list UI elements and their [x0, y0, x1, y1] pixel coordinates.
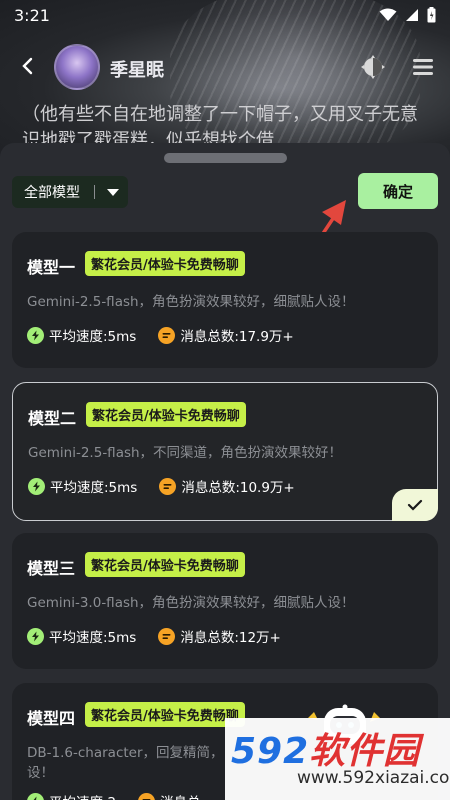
- selected-checkmark: [392, 489, 438, 521]
- model-card-3[interactable]: 模型三 繁花会员/体验卡免费畅聊 Gemini-3.0-flash，角色扮演效果…: [12, 533, 438, 669]
- message-count-text: 消息总数:10.9万+: [181, 480, 295, 496]
- model-stats: 平均速度:5ms 消息总数:12万+: [27, 626, 281, 646]
- chat-header: 季星眠: [0, 44, 450, 92]
- model-filter-label: 全部模型: [24, 185, 80, 201]
- confirm-button[interactable]: 确定: [358, 173, 438, 209]
- model-stats: 平均速度:2 消息总: [27, 791, 201, 800]
- speed-stat: 平均速度:5ms: [27, 626, 136, 646]
- message-stat: 消息总数:17.9万+: [158, 325, 294, 345]
- model-select-sheet: 全部模型 确定 模型一 繁花会员/体验卡免费畅聊 Gemini-2.5-flas…: [0, 143, 450, 800]
- caret-down-icon: [107, 188, 119, 196]
- message-stat: 消息总数:10.9万+: [159, 476, 295, 496]
- lightning-icon: [27, 792, 44, 800]
- filter-separator: [94, 185, 95, 199]
- battery-icon: [427, 7, 436, 23]
- speed-text: 平均速度:5ms: [49, 329, 137, 345]
- membership-badge: 繁花会员/体验卡免费畅聊: [85, 251, 245, 276]
- watermark-logo-number: 592: [231, 731, 310, 772]
- model-stats: 平均速度:5ms 消息总数:10.9万+: [28, 476, 295, 496]
- speed-text: 平均速度:5ms: [49, 630, 137, 646]
- message-icon: [138, 792, 156, 800]
- status-bar: 3:21: [0, 0, 450, 30]
- message-count-text: 消息总数:17.9万+: [180, 329, 294, 345]
- model-name: 模型一: [27, 258, 76, 277]
- model-description: Gemini-2.5-flash，不同渠道，角色扮演效果较好！: [28, 445, 343, 461]
- signal-icon: [406, 9, 418, 21]
- check-icon: [407, 499, 423, 511]
- watermark-logo: 592软件园: [231, 722, 420, 774]
- speed-stat: 平均速度:5ms: [28, 476, 137, 496]
- character-name[interactable]: 季星眠: [110, 56, 164, 82]
- model-description-line2: 设！: [27, 765, 54, 781]
- membership-badge: 繁花会员/体验卡免费畅聊: [86, 402, 246, 427]
- watermark-url: www.592xiazai.com: [297, 768, 450, 788]
- speed-stat: 平均速度:2: [27, 791, 116, 800]
- watermark: 592软件园 www.592xiazai.com: [225, 718, 450, 800]
- lightning-icon: [27, 326, 44, 344]
- membership-badge: 繁花会员/体验卡免费畅聊: [85, 552, 245, 577]
- model-name: 模型三: [27, 559, 76, 578]
- avatar[interactable]: [54, 44, 100, 90]
- message-stat: 消息总: [138, 791, 201, 800]
- model-card-2[interactable]: 模型二 繁花会员/体验卡免费畅聊 Gemini-2.5-flash，不同渠道，角…: [12, 382, 438, 521]
- speed-stat: 平均速度:5ms: [27, 325, 136, 345]
- lightning-icon: [28, 477, 45, 495]
- model-name: 模型二: [28, 409, 77, 428]
- model-filter-dropdown[interactable]: 全部模型: [12, 176, 128, 208]
- status-time: 3:21: [14, 5, 50, 25]
- speed-text: 平均速度:2: [49, 791, 116, 800]
- theme-toggle-icon[interactable]: [360, 54, 386, 80]
- message-icon: [158, 326, 176, 344]
- lightning-icon: [27, 627, 44, 645]
- message-icon: [159, 477, 177, 495]
- model-name: 模型四: [27, 709, 76, 728]
- membership-badge: 繁花会员/体验卡免费畅聊: [85, 702, 245, 727]
- watermark-logo-text: 软件园: [309, 731, 421, 772]
- model-description: DB-1.6-character，回复精简，: [27, 745, 224, 761]
- model-stats: 平均速度:5ms 消息总数:17.9万+: [27, 325, 294, 345]
- back-arrow-icon[interactable]: [16, 54, 40, 78]
- message-stat: 消息总数:12万+: [158, 626, 281, 646]
- message-count-text: 消息总: [160, 791, 201, 800]
- model-description: Gemini-2.5-flash，角色扮演效果较好，细腻贴人设！: [27, 294, 355, 310]
- wifi-icon: [379, 8, 397, 21]
- speed-text: 平均速度:5ms: [50, 480, 138, 496]
- sheet-handle[interactable]: [164, 153, 287, 163]
- model-card-1[interactable]: 模型一 繁花会员/体验卡免费畅聊 Gemini-2.5-flash，角色扮演效果…: [12, 232, 438, 368]
- message-count-text: 消息总数:12万+: [180, 630, 281, 646]
- status-icons: [379, 7, 436, 23]
- menu-icon[interactable]: [410, 54, 436, 80]
- model-description: Gemini-3.0-flash，角色扮演效果较好，细腻贴人设！: [27, 595, 355, 611]
- message-icon: [158, 627, 176, 645]
